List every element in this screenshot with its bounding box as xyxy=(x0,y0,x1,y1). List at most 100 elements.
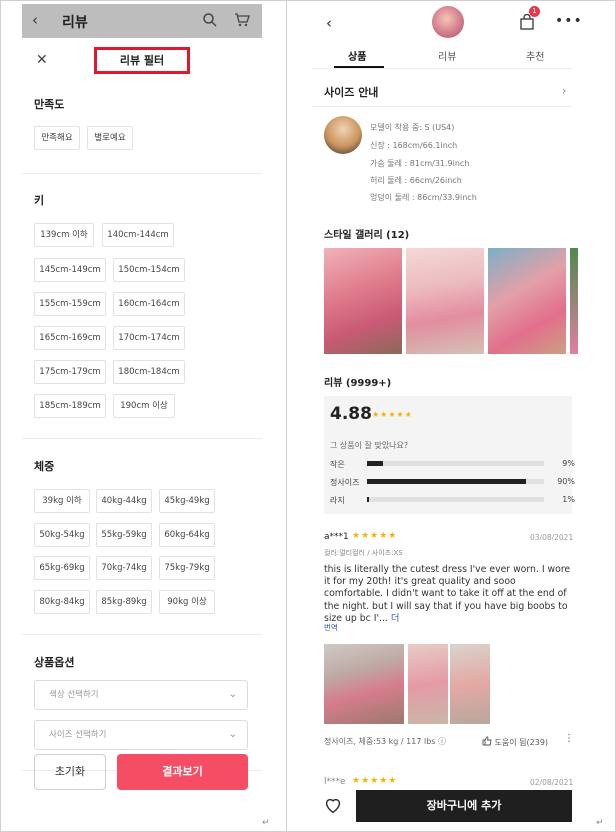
weight-chip[interactable]: 50kg-54kg xyxy=(34,523,90,547)
product-options-title: 상품옵션 xyxy=(34,656,75,669)
review-text: this is literally the cutest dress I've … xyxy=(324,564,571,624)
add-to-cart-button[interactable]: 장바구니에 추가 xyxy=(356,790,572,822)
return-mark: ↵ xyxy=(596,818,604,828)
tab-product[interactable]: 상품 xyxy=(348,48,366,63)
weight-chip[interactable]: 70kg-74kg xyxy=(96,556,152,580)
height-chip[interactable]: 180cm-184cm xyxy=(113,360,185,384)
tab-reviews[interactable]: 리뷰 xyxy=(438,48,456,63)
model-height-line: 신장 : 168cm/66.1inch xyxy=(370,141,458,150)
helpful-count: 도움이 됨(239) xyxy=(494,738,549,747)
filter-title: 리뷰 필터 xyxy=(94,47,190,74)
weight-chip[interactable]: 80kg-84kg xyxy=(34,590,90,614)
fit-bar-true xyxy=(367,479,544,484)
size-select[interactable]: 사이즈 선택하기 ⌄ xyxy=(34,720,248,750)
weight-chip[interactable]: 60kg-64kg xyxy=(159,523,215,547)
gallery-photo[interactable] xyxy=(324,248,402,354)
size-guide-link[interactable]: 사이즈 안내 xyxy=(324,84,378,100)
tab-recommend[interactable]: 추천 xyxy=(526,48,544,63)
fit-bar-small xyxy=(367,461,544,466)
height-chip[interactable]: 190cm 이상 xyxy=(113,394,175,418)
review-photo[interactable] xyxy=(450,644,490,724)
bottom-action-bar: 장바구니에 추가 xyxy=(312,786,592,828)
tab-divider xyxy=(312,68,572,69)
review-date: 03/08/2021 xyxy=(530,533,574,542)
thumbs-up-icon xyxy=(482,736,492,746)
fit-bar-fill xyxy=(367,479,527,484)
height-title: 키 xyxy=(34,194,45,207)
cart-icon[interactable] xyxy=(234,12,250,28)
style-gallery-title: 스타일 갤러리 (12) xyxy=(324,230,410,241)
color-select[interactable]: 색상 선택하기 ⌄ xyxy=(34,680,248,710)
section-divider xyxy=(22,173,262,174)
height-chip[interactable]: 150cm-154cm xyxy=(113,258,185,282)
model-waist-line: 허리 둘레 : 66cm/26inch xyxy=(370,176,462,185)
fit-pct-large: 1% xyxy=(562,495,575,504)
fit-pct-true: 90% xyxy=(557,477,575,486)
section-divider xyxy=(312,106,572,107)
reviewer-name: a***1 xyxy=(324,532,349,542)
weight-chip[interactable]: 55kg-59kg xyxy=(96,523,152,547)
review-photo[interactable] xyxy=(324,644,404,724)
review-photo[interactable] xyxy=(408,644,448,724)
weight-chip[interactable]: 85kg-89kg xyxy=(96,590,152,614)
star-icon: ★★★★★ xyxy=(372,410,413,419)
height-chip[interactable]: 155cm-159cm xyxy=(34,292,106,316)
gallery-photo[interactable] xyxy=(488,248,566,354)
review-filter-pane: ‹ 리뷰 ✕ 리뷰 필터 만족도 만족해요 별로예요 키 139cm 이하 14… xyxy=(22,4,262,828)
average-rating: 4.88 xyxy=(330,404,372,424)
product-thumbnail[interactable] xyxy=(432,6,464,38)
weight-chip[interactable]: 40kg-44kg xyxy=(96,489,152,513)
fit-bar-fill xyxy=(367,461,383,466)
weight-chip[interactable]: 65kg-69kg xyxy=(34,556,90,580)
close-icon[interactable]: ✕ xyxy=(36,52,48,68)
read-more-link[interactable]: 더 xyxy=(391,613,400,624)
satisfaction-title: 만족도 xyxy=(34,98,65,111)
heart-icon[interactable] xyxy=(322,794,344,816)
reviewer-fit-spec: 정사이즈, 체중:53 kg / 117 lbs ⓘ xyxy=(324,737,446,746)
weight-chip[interactable]: 90kg 이상 xyxy=(159,590,215,614)
height-chip[interactable]: 160cm-164cm xyxy=(113,292,185,316)
filter-sheet: ✕ 리뷰 필터 만족도 만족해요 별로예요 키 139cm 이하 140cm-1… xyxy=(22,38,262,828)
satisfaction-chip[interactable]: 별로예요 xyxy=(87,126,133,150)
gallery-photo[interactable] xyxy=(406,248,484,354)
height-chip[interactable]: 170cm-174cm xyxy=(113,326,185,350)
chevron-down-icon: ⌄ xyxy=(228,689,237,700)
model-photo xyxy=(324,116,362,154)
height-chip[interactable]: 139cm 이하 xyxy=(34,223,94,247)
fit-label-large: 라지 xyxy=(330,496,345,505)
height-chip[interactable]: 165cm-169cm xyxy=(34,326,106,350)
height-chip[interactable]: 175cm-179cm xyxy=(34,360,106,384)
model-bust-line: 가슴 둘레 : 81cm/31.9inch xyxy=(370,159,470,168)
height-chip[interactable]: 185cm-189cm xyxy=(34,394,106,418)
fit-label-small: 작은 xyxy=(330,460,345,469)
weight-chip[interactable]: 39kg 이하 xyxy=(34,489,90,513)
fit-bar-fill xyxy=(367,497,369,502)
fit-question: 그 상품이 잘 맞았나요? xyxy=(330,441,409,450)
helpful-button[interactable]: 도움이 됨(239) xyxy=(482,736,548,748)
weight-chip[interactable]: 75kg-79kg xyxy=(159,556,215,580)
gallery-photo[interactable] xyxy=(570,248,578,354)
fit-pct-small: 9% xyxy=(562,459,575,468)
reset-button[interactable]: 초기화 xyxy=(34,754,106,790)
more-icon[interactable]: ⋮ xyxy=(564,733,574,744)
back-icon[interactable]: ‹ xyxy=(32,11,38,29)
star-icon: ★★★★★ xyxy=(352,531,398,541)
apply-filter-button[interactable]: 결과보기 xyxy=(117,754,248,790)
height-chip[interactable]: 140cm-144cm xyxy=(102,223,174,247)
translate-link[interactable]: 번역 xyxy=(324,622,338,633)
more-icon[interactable]: ••• xyxy=(555,13,583,29)
review-body: this is literally the cutest dress I've … xyxy=(324,564,574,625)
reviews-title: 리뷰 (9999+) xyxy=(324,378,392,389)
page-title: 리뷰 xyxy=(62,15,88,31)
rating-summary: 4.88 ★★★★★ 그 상품이 잘 맞았나요? 작은 9% 정사이즈 90% … xyxy=(324,396,575,514)
pane-divider xyxy=(286,0,287,832)
model-hip-line: 엉덩이 둘레 : 86cm/33.9inch xyxy=(370,193,477,202)
star-icon: ★★★★★ xyxy=(352,776,398,786)
review-option-meta: 컬러:멀티컬러 / 사이즈:XS xyxy=(324,549,403,557)
height-chip[interactable]: 145cm-149cm xyxy=(34,258,106,282)
section-divider xyxy=(22,438,262,439)
search-icon[interactable] xyxy=(202,12,218,28)
weight-chip[interactable]: 45kg-49kg xyxy=(159,489,215,513)
back-icon[interactable]: ‹ xyxy=(326,14,332,32)
satisfaction-chip[interactable]: 만족해요 xyxy=(34,126,80,150)
